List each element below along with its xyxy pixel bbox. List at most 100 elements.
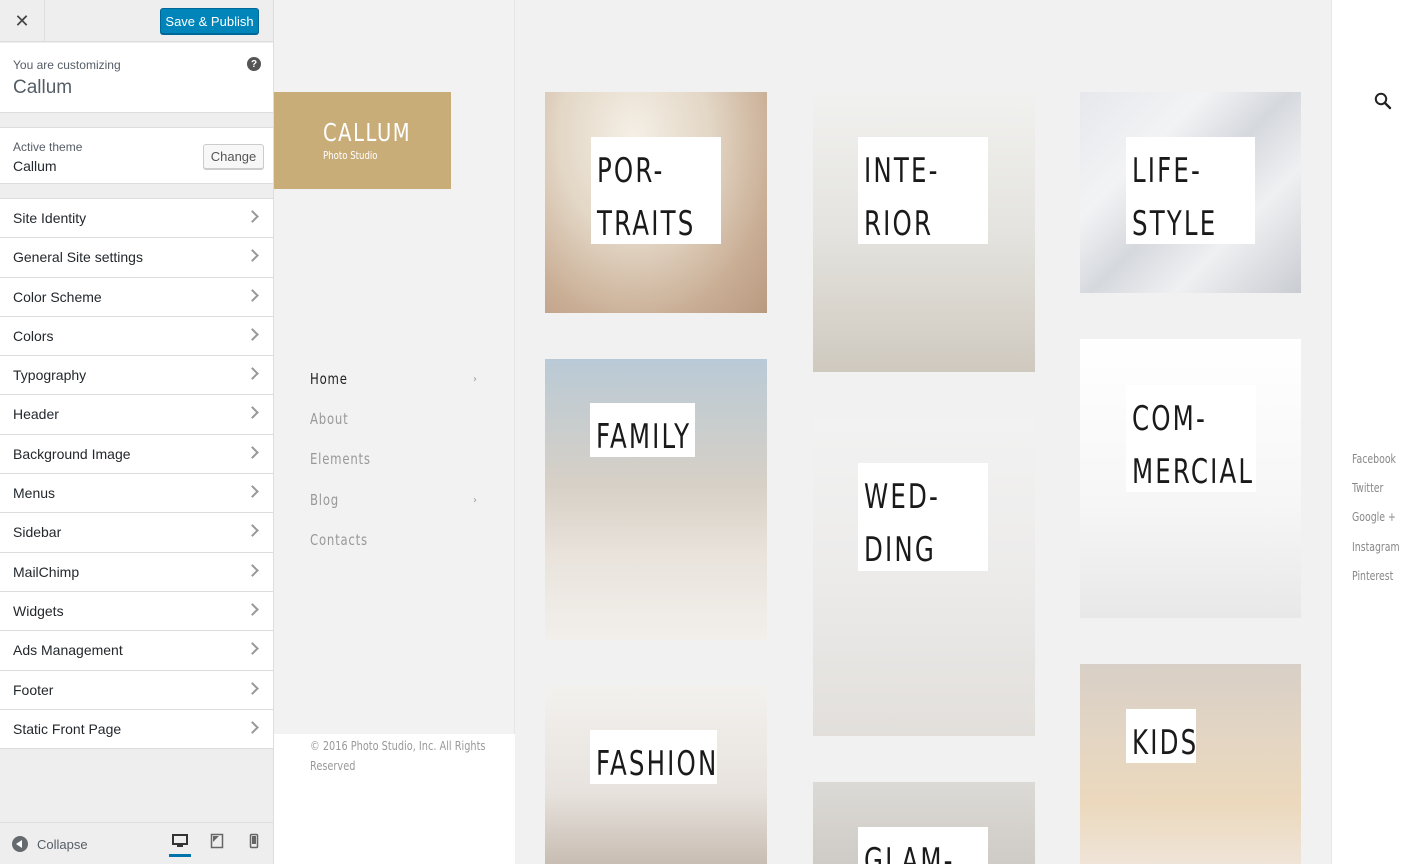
gallery-tile-glamour[interactable]: GLAM- xyxy=(813,782,1035,864)
active-theme-label: Active theme xyxy=(13,140,83,154)
collapse-icon[interactable] xyxy=(12,836,28,852)
section-label: Background Image xyxy=(13,445,131,462)
gallery-tile-wedding[interactable]: WED- DING xyxy=(813,418,1035,736)
social-link-google-plus[interactable]: Google + xyxy=(1352,510,1400,539)
gallery-tile-family[interactable]: FAMILY xyxy=(545,359,767,640)
save-publish-button[interactable]: Save & Publish xyxy=(160,8,259,34)
tile-label-line: LIFE- xyxy=(1132,151,1203,191)
section-static-front-page[interactable]: Static Front Page xyxy=(0,709,273,750)
gallery-tile-kids[interactable]: KIDS xyxy=(1080,664,1301,864)
section-widgets[interactable]: Widgets xyxy=(0,591,273,632)
section-site-identity[interactable]: Site Identity xyxy=(0,199,273,239)
section-header[interactable]: Header xyxy=(0,395,273,435)
tile-label-line: COM- xyxy=(1132,399,1207,439)
section-label: Site Identity xyxy=(13,210,87,226)
section-label: Ads Management xyxy=(13,642,123,659)
tablet-preview-icon[interactable] xyxy=(206,833,228,857)
customizing-info: You are customizing Callum ? xyxy=(0,43,273,113)
section-ads-management[interactable]: Ads Management xyxy=(0,631,273,671)
tile-label: FAMILY xyxy=(590,403,695,457)
section-label: Menus xyxy=(13,485,56,502)
chevron-right-icon xyxy=(246,210,259,223)
tile-label-line: RIOR xyxy=(864,204,934,244)
tile-label: FASHION xyxy=(590,730,717,784)
logo-subtitle: Photo Studio xyxy=(323,149,378,162)
chevron-right-icon xyxy=(246,328,259,341)
section-sidebar[interactable]: Sidebar xyxy=(0,513,273,553)
tile-label-line: GLAM- xyxy=(864,841,955,864)
active-theme-section: Active theme Callum Change xyxy=(0,127,273,184)
chevron-right-icon xyxy=(246,249,259,263)
nav-item-elements[interactable]: Elements xyxy=(310,450,480,490)
nav-label: About xyxy=(310,410,349,429)
section-mailchimp[interactable]: MailChimp xyxy=(0,552,273,592)
desktop-preview-icon[interactable] xyxy=(169,833,191,857)
customizer-header: ✕ Save & Publish xyxy=(0,0,273,42)
footer-area: © 2016 Photo Studio, Inc. All Rights Res… xyxy=(274,734,515,864)
help-icon[interactable]: ? xyxy=(247,57,261,71)
tile-label: INTE- RIOR xyxy=(858,137,988,244)
close-icon[interactable]: ✕ xyxy=(0,0,45,42)
chevron-right-icon xyxy=(246,445,259,459)
customizer-sections: Site Identity General Site settings Colo… xyxy=(0,198,273,750)
site-logo[interactable]: CALLUM Photo Studio xyxy=(274,92,451,189)
section-label: General Site settings xyxy=(13,249,143,266)
tile-label: GLAM- xyxy=(858,827,988,864)
nav-item-blog[interactable]: Blog › xyxy=(310,491,480,531)
customizer-footer: Collapse xyxy=(0,822,273,864)
section-typography[interactable]: Typography xyxy=(0,356,273,396)
chevron-right-icon: › xyxy=(473,374,477,385)
gallery-tile-commercial[interactable]: COM- MERCIAL xyxy=(1080,339,1301,618)
chevron-right-icon xyxy=(246,367,259,381)
change-theme-button[interactable]: Change xyxy=(203,144,264,169)
section-label: MailChimp xyxy=(13,563,80,580)
tile-label-line: TRAITS xyxy=(597,204,696,244)
chevron-right-icon xyxy=(246,563,259,577)
section-colors[interactable]: Colors xyxy=(0,316,273,357)
section-general-site-settings[interactable]: General Site settings xyxy=(0,238,273,278)
gallery-tile-fashion[interactable]: FASHION xyxy=(545,686,767,864)
logo-title: CALLUM xyxy=(323,118,412,147)
chevron-right-icon xyxy=(246,406,259,420)
chevron-right-icon xyxy=(246,288,259,302)
tile-label-line: MERCIAL xyxy=(1132,452,1255,492)
site-sidebar: CALLUM Photo Studio Home › About Elements… xyxy=(274,0,515,864)
nav-label: Elements xyxy=(310,450,371,469)
nav-label: Contacts xyxy=(310,530,368,549)
tile-label: WED- DING xyxy=(858,463,988,571)
mobile-preview-icon[interactable] xyxy=(243,833,265,857)
nav-item-contacts[interactable]: Contacts xyxy=(310,531,480,571)
tile-label-line: DING xyxy=(864,530,936,570)
social-link-twitter[interactable]: Twitter xyxy=(1352,481,1400,510)
tile-label-line: INTE- xyxy=(864,151,940,191)
nav-item-home[interactable]: Home › xyxy=(310,370,480,410)
chevron-right-icon xyxy=(246,603,259,616)
tile-label: LIFE- STYLE xyxy=(1126,137,1255,244)
tile-label: POR- TRAITS xyxy=(591,137,721,244)
gallery-tile-lifestyle[interactable]: LIFE- STYLE xyxy=(1080,92,1301,293)
tile-label-line: STYLE xyxy=(1132,204,1218,244)
tile-label: KIDS xyxy=(1126,709,1196,763)
social-link-pinterest[interactable]: Pinterest xyxy=(1352,569,1400,598)
gallery-tile-interior[interactable]: INTE- RIOR xyxy=(813,92,1035,372)
section-footer[interactable]: Footer xyxy=(0,670,273,710)
social-link-facebook[interactable]: Facebook xyxy=(1352,452,1400,481)
customizing-label: You are customizing xyxy=(13,58,121,72)
social-link-instagram[interactable]: Instagram xyxy=(1352,540,1400,569)
theme-name: Callum xyxy=(13,158,57,174)
tile-label-line: FAMILY xyxy=(596,417,692,457)
chevron-right-icon xyxy=(246,485,259,498)
copyright-text: © 2016 Photo Studio, Inc. All Rights Res… xyxy=(310,738,486,773)
section-background-image[interactable]: Background Image xyxy=(0,434,273,475)
section-label: Color Scheme xyxy=(13,288,102,305)
collapse-button[interactable]: Collapse xyxy=(37,837,88,852)
search-icon[interactable] xyxy=(1374,92,1392,110)
nav-item-about[interactable]: About xyxy=(310,410,480,450)
section-label: Footer xyxy=(13,681,54,698)
section-label: Colors xyxy=(13,327,54,344)
section-color-scheme[interactable]: Color Scheme xyxy=(0,277,273,317)
section-menus[interactable]: Menus xyxy=(0,474,273,514)
chevron-right-icon xyxy=(246,720,259,734)
section-label: Typography xyxy=(13,367,87,384)
gallery-tile-portraits[interactable]: POR- TRAITS xyxy=(545,92,767,313)
